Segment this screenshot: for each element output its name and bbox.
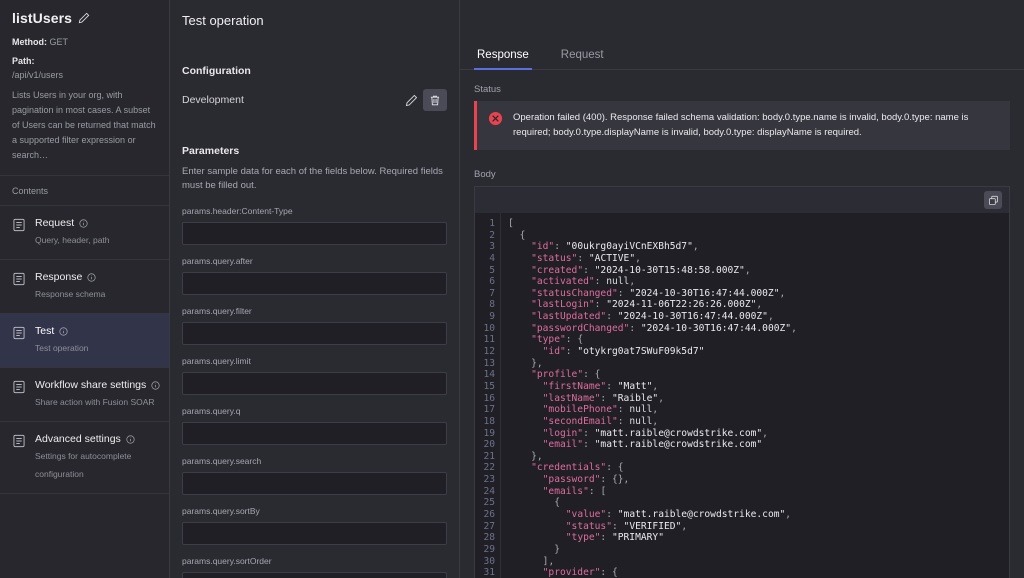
sidebar: listUsers Method: GET Path: /api/v1/user… <box>0 0 170 578</box>
parameter-input[interactable] <box>182 422 447 445</box>
response-body-viewer: 1234567891011121314151617181920212223242… <box>474 186 1010 578</box>
pencil-icon[interactable] <box>78 12 90 24</box>
tab-response[interactable]: Response <box>474 43 532 70</box>
sidebar-item-label: Advanced settings <box>35 432 121 446</box>
parameter-label: params.header:Content-Type <box>182 206 447 217</box>
method-value: GET <box>50 37 69 47</box>
parameters-label: Parameters <box>182 145 447 157</box>
sidebar-item-sublabel: Test operation <box>35 343 88 353</box>
parameter-field: params.query.sortBy <box>182 506 447 545</box>
document-icon <box>12 270 26 291</box>
sidebar-nav: RequestQuery, header, pathResponseRespon… <box>0 206 169 494</box>
sidebar-item-label: Test <box>35 324 54 338</box>
info-icon[interactable] <box>79 219 88 228</box>
sidebar-item-request[interactable]: Request Query, header, path <box>0 206 169 260</box>
app-root: listUsers Method: GET Path: /api/v1/user… <box>0 0 1024 578</box>
parameters-form: params.header:Content-Type params.query.a… <box>182 206 447 578</box>
parameter-label: params.query.search <box>182 456 447 467</box>
body-label: Body <box>474 169 1010 180</box>
parameter-label: params.query.sortOrder <box>182 556 447 567</box>
parameter-field: params.header:Content-Type <box>182 206 447 245</box>
parameter-input[interactable] <box>182 222 447 245</box>
parameter-input[interactable] <box>182 572 447 578</box>
parameter-field: params.query.search <box>182 456 447 495</box>
method-row: Method: GET <box>12 35 157 49</box>
parameter-field: params.query.q <box>182 406 447 445</box>
sidebar-item-label: Response <box>35 270 82 284</box>
contents-label: Contents <box>0 175 169 206</box>
parameters-help-text: Enter sample data for each of the fields… <box>182 165 447 193</box>
parameter-input[interactable] <box>182 472 447 495</box>
parameter-label: params.query.after <box>182 256 447 267</box>
copy-icon[interactable] <box>984 191 1002 209</box>
document-icon <box>12 216 26 237</box>
sidebar-item-label: Request <box>35 216 74 230</box>
response-request-tabs: Response Request <box>460 43 1024 70</box>
response-content: Status Operation failed (400). Response … <box>460 70 1024 186</box>
operation-description: Lists Users in your org, with pagination… <box>12 88 157 163</box>
configuration-label: Configuration <box>182 65 447 77</box>
sidebar-item-sublabel: Query, header, path <box>35 235 110 245</box>
delete-configuration-button[interactable] <box>423 89 447 111</box>
parameter-label: params.query.q <box>182 406 447 417</box>
parameter-field: params.query.limit <box>182 356 447 395</box>
sidebar-item-sublabel: Share action with Fusion SOAR <box>35 397 155 407</box>
sidebar-item-sublabel: Settings for autocomplete configuration <box>35 451 131 479</box>
parameter-label: params.query.limit <box>182 356 447 367</box>
status-label: Status <box>474 84 1010 95</box>
parameter-field: params.query.sortOrder <box>182 556 447 578</box>
configuration-row: Development <box>182 89 447 111</box>
code-area[interactable]: 1234567891011121314151617181920212223242… <box>475 213 1009 578</box>
sidebar-header: listUsers Method: GET Path: /api/v1/user… <box>0 0 169 175</box>
parameter-input[interactable] <box>182 272 447 295</box>
sidebar-item-test[interactable]: Test Test operation <box>0 314 169 368</box>
page-title: listUsers <box>12 10 72 26</box>
info-icon[interactable] <box>59 327 68 336</box>
operation-title-row: listUsers <box>12 10 157 26</box>
error-circle-icon <box>488 111 503 131</box>
tab-request[interactable]: Request <box>558 43 607 70</box>
parameter-input[interactable] <box>182 522 447 545</box>
sidebar-item-workflow-share-settings[interactable]: Workflow share settings Share action with… <box>0 368 169 422</box>
json-code[interactable]: [ { "id": "00ukrg0ayiVCnEXBh5d7", "statu… <box>501 213 1009 578</box>
response-panel: Response Request Status Operation failed … <box>460 0 1024 578</box>
sidebar-item-label: Workflow share settings <box>35 378 146 392</box>
info-icon[interactable] <box>151 381 160 390</box>
panel-title: Test operation <box>182 13 447 28</box>
parameter-label: params.query.filter <box>182 306 447 317</box>
parameter-field: params.query.after <box>182 256 447 295</box>
path-value: /api/v1/users <box>12 68 157 82</box>
configuration-value: Development <box>182 94 399 106</box>
sidebar-item-response[interactable]: Response Response schema <box>0 260 169 314</box>
line-numbers: 1234567891011121314151617181920212223242… <box>475 213 501 578</box>
document-icon <box>12 378 26 399</box>
parameter-label: params.query.sortBy <box>182 506 447 517</box>
test-panel: Test operation Configuration Development… <box>170 0 460 578</box>
document-icon <box>12 432 26 453</box>
sidebar-item-sublabel: Response schema <box>35 289 105 299</box>
info-icon[interactable] <box>87 273 96 282</box>
edit-configuration-button[interactable] <box>399 89 423 111</box>
document-icon <box>12 324 26 345</box>
parameter-input[interactable] <box>182 372 447 395</box>
parameter-field: params.query.filter <box>182 306 447 345</box>
info-icon[interactable] <box>126 435 135 444</box>
status-alert: Operation failed (400). Response failed … <box>474 101 1010 150</box>
sidebar-item-advanced-settings[interactable]: Advanced settings Settings for autocomple… <box>0 422 169 494</box>
method-label: Method: <box>12 37 47 47</box>
status-message: Operation failed (400). Response failed … <box>513 110 998 140</box>
parameter-input[interactable] <box>182 322 447 345</box>
path-label: Path: <box>12 54 157 68</box>
code-toolbar <box>475 187 1009 213</box>
